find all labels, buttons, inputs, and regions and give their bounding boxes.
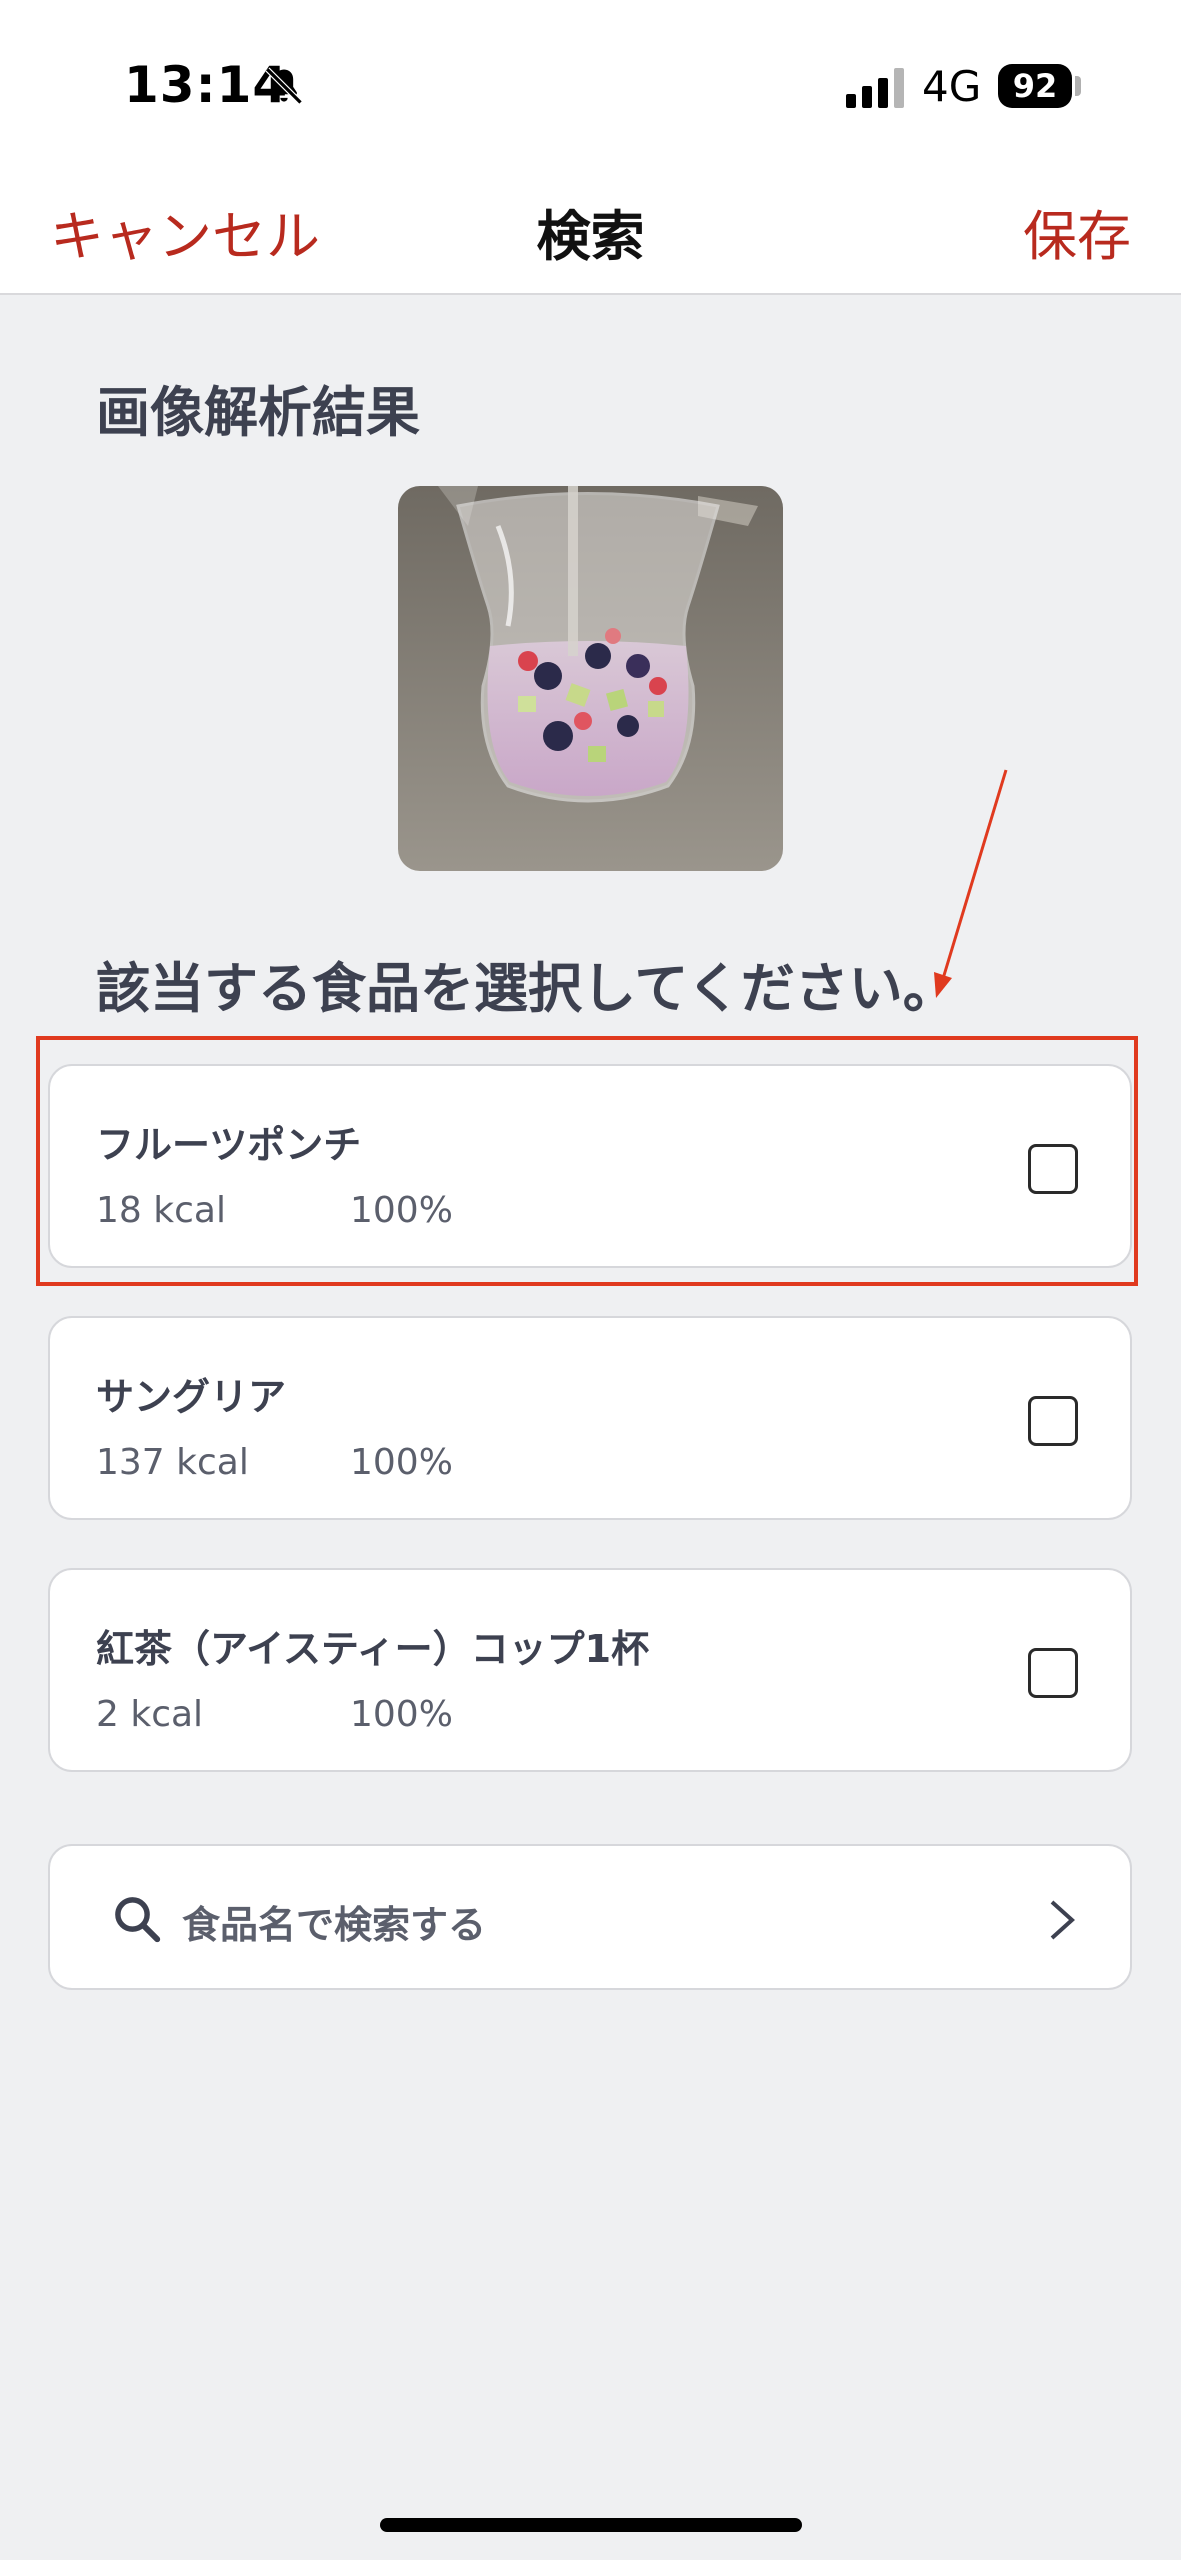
battery-level: 92: [1012, 67, 1058, 105]
checkbox[interactable]: [1028, 1396, 1078, 1446]
network-type: 4G: [922, 62, 982, 111]
status-bar: 13:14 4G 92: [0, 0, 1181, 175]
checkbox[interactable]: [1028, 1648, 1078, 1698]
save-button[interactable]: 保存: [1023, 192, 1131, 271]
food-search-button[interactable]: 食品名で検索する: [48, 1844, 1132, 1990]
chevron-right-icon: [1050, 1900, 1075, 1940]
home-indicator[interactable]: [380, 2518, 802, 2532]
bell-slash-icon: [265, 67, 303, 105]
selection-heading: 該当する食品を選択してください。: [96, 957, 957, 1020]
search-label: 食品名で検索する: [182, 1903, 487, 1947]
cancel-button[interactable]: キャンセル: [50, 192, 320, 271]
annotation-arrow-icon: [934, 769, 1008, 998]
cellular-signal-icon: [846, 68, 904, 108]
search-icon: [115, 1897, 161, 1943]
food-name: 紅茶（アイスティー）コップ1杯: [96, 1627, 650, 1671]
food-name: サングリア: [96, 1375, 287, 1419]
food-percent: 100%: [350, 1694, 453, 1735]
highlight-annotation: [36, 1036, 1138, 1286]
food-percent: 100%: [350, 1442, 453, 1483]
battery-icon: 92: [998, 64, 1072, 108]
food-photo: [398, 486, 783, 871]
food-item-sangria[interactable]: サングリア 137 kcal 100%: [48, 1316, 1132, 1520]
food-item-iced-tea[interactable]: 紅茶（アイスティー）コップ1杯 2 kcal 100%: [48, 1568, 1132, 1772]
food-kcal: 2 kcal: [96, 1694, 204, 1735]
analysis-heading: 画像解析結果: [96, 381, 420, 444]
battery-tip: [1075, 76, 1081, 96]
food-kcal: 137 kcal: [96, 1442, 249, 1483]
